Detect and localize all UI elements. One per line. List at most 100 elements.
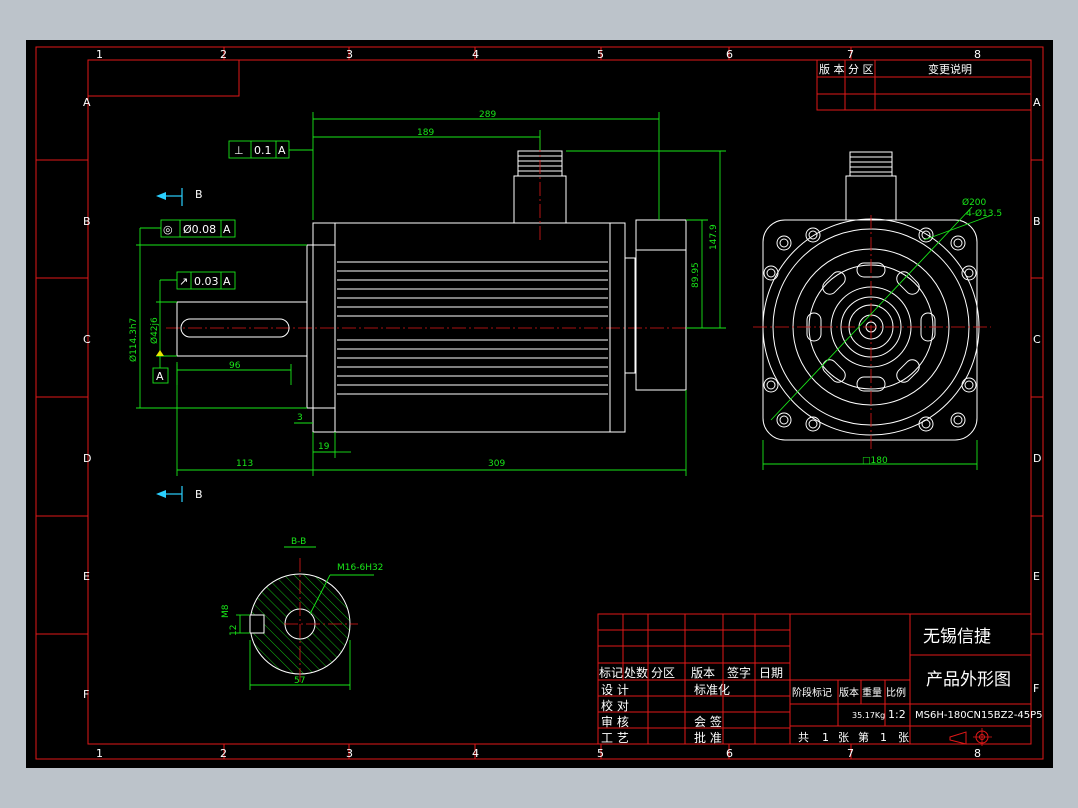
revision-table: 版 本 分 区 变更说明: [816, 59, 1032, 111]
dim-189: 189: [417, 128, 434, 138]
conc-symbol: ◎: [163, 223, 173, 236]
mounting-holes: [763, 227, 977, 432]
dim-3: 3: [297, 413, 303, 423]
rear-end-cap: [609, 222, 626, 433]
code-box: [87, 59, 240, 97]
tolerance-runout: ↗ 0.03 A: [159, 271, 236, 302]
motor-front-view: Ø200 4-Ø13.5 □180: [753, 151, 1002, 470]
conc-datum: A: [223, 223, 231, 236]
col-label: 3: [346, 48, 353, 61]
perp-symbol: ⊥: [234, 144, 244, 157]
col-label: 4: [472, 48, 479, 61]
tb-role: 设 计: [601, 683, 629, 697]
col-label: 8: [974, 747, 981, 760]
datum-label: A: [156, 370, 164, 383]
row-label: E: [83, 570, 90, 583]
row-label: C: [83, 333, 91, 346]
drawing-name: 产品外形图: [926, 670, 1011, 690]
runout-symbol: ↗: [179, 275, 188, 288]
row-label: A: [1033, 96, 1041, 109]
motor-side-view: 289 189 147.9 89.95 Ø114.3h7 Ø42j6 96 11…: [128, 110, 726, 502]
row-label: F: [1033, 682, 1039, 695]
row-label: F: [83, 688, 89, 701]
cad-viewport[interactable]: 1 2 3 4 5 6 7 8 1 2 3 4 5 6 7 8 A B C D …: [26, 40, 1053, 768]
tb-countersign: 会 签: [694, 714, 722, 729]
revision-note-header: 变更说明: [928, 62, 972, 76]
section-marker-top: B: [156, 188, 203, 206]
tb-approve: 批 准: [694, 730, 722, 745]
dim-flange-dia: Ø200: [962, 197, 987, 208]
perp-datum: A: [278, 144, 286, 157]
dim-96: 96: [229, 361, 241, 371]
runout-datum: A: [223, 275, 231, 288]
dim-thread: M16-6H32: [337, 563, 383, 573]
col-label: 3: [346, 747, 353, 760]
runout-value: 0.03: [194, 275, 219, 288]
row-labels-right: A B C D E F: [1033, 96, 1041, 695]
tb-header: 分区: [651, 666, 675, 680]
dim-147-9: 147.9: [709, 224, 719, 250]
tb-stage-header: 阶段标记: [792, 686, 832, 699]
projection-symbol-icon: [949, 728, 992, 746]
title-block: 无锡信捷 产品外形图 标记 处数 分区 版本 签字 日期 设 计 校 对 审 核…: [597, 613, 1043, 746]
tb-weight: 35.17Kg: [852, 711, 885, 720]
tb-model: MS6H-180CN15BZ2-45P5: [915, 710, 1043, 721]
col-label: 5: [597, 747, 604, 760]
dim-dia-114: Ø114.3h7: [128, 318, 139, 362]
dim-309: 309: [488, 459, 505, 469]
col-label: 6: [726, 48, 733, 61]
tb-role: 工 艺: [601, 731, 629, 745]
col-label: 6: [726, 747, 733, 760]
col-label: 5: [597, 48, 604, 61]
dim-113: 113: [236, 459, 253, 469]
square-flange: [762, 219, 978, 441]
tb-unit2: 张: [898, 731, 909, 744]
tb-header: 处数: [624, 665, 648, 680]
power-connector: [513, 138, 567, 240]
row-label: B: [1033, 215, 1041, 228]
dim-holes: 4-Ø13.5: [966, 208, 1002, 219]
tb-stage-header: 重量: [862, 686, 882, 699]
motor-shaft: [176, 301, 308, 357]
tb-role: 校 对: [601, 698, 629, 713]
tb-sheet-label: 第: [858, 730, 869, 744]
conc-value: Ø0.08: [183, 223, 216, 236]
dim-m8: M8: [221, 604, 231, 618]
column-labels-bottom: 1 2 3 4 5 6 7 8: [96, 747, 981, 760]
tolerance-concentricity: ◎ Ø0.08 A: [139, 219, 236, 245]
section-title: B-B: [291, 537, 306, 547]
revision-zone-header: 分 区: [848, 63, 874, 76]
technical-drawing: 1 2 3 4 5 6 7 8 1 2 3 4 5 6 7 8 A B C D …: [35, 46, 1044, 760]
col-label: 8: [974, 48, 981, 61]
tolerance-perpendicularity: ⊥ 0.1 A: [228, 140, 313, 159]
tb-total-label: 共: [798, 731, 809, 744]
tb-header: 版本: [691, 666, 715, 680]
col-label: 7: [847, 48, 854, 61]
row-label: E: [1033, 570, 1040, 583]
dim-square: □180: [862, 456, 888, 466]
datum-marker-a: A: [152, 350, 169, 384]
column-labels-top: 1 2 3 4 5 6 7 8: [96, 48, 981, 61]
tb-scale: 1:2: [888, 708, 906, 721]
section-view-bb: B-B M16-6H32 57 12 M8: [221, 537, 383, 690]
tb-unit: 张: [838, 731, 849, 744]
dim-12: 12: [229, 625, 239, 636]
perp-value: 0.1: [254, 144, 272, 157]
mount-flange: [312, 222, 336, 433]
revision-version-header: 版 本: [819, 62, 845, 76]
row-label: A: [83, 96, 91, 109]
section-marker-bottom: B: [156, 486, 203, 502]
tb-header: 签字: [727, 665, 751, 680]
section-label-top: B: [195, 188, 203, 201]
row-label: C: [1033, 333, 1041, 346]
motor-body: [334, 222, 611, 433]
col-label: 2: [220, 747, 227, 760]
tb-sheet: 1: [880, 731, 887, 744]
tb-header: 日期: [759, 666, 783, 680]
tb-role: 审 核: [601, 714, 629, 729]
section-label-bottom: B: [195, 488, 203, 501]
row-label: D: [1033, 452, 1041, 465]
col-label: 7: [847, 747, 854, 760]
dim-289: 289: [479, 110, 496, 120]
dim-57: 57: [294, 676, 305, 686]
